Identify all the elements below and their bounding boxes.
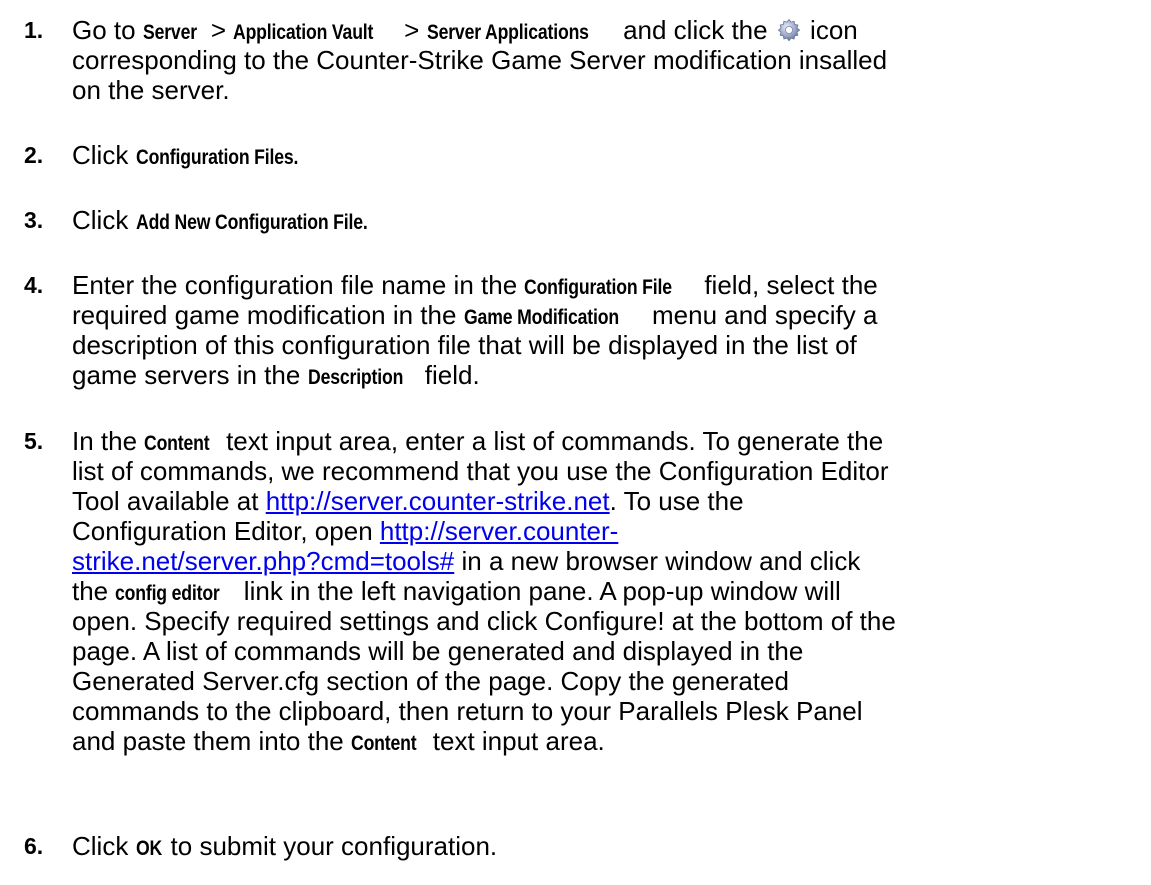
step-number: 3. <box>24 207 44 233</box>
step-number: 4. <box>24 272 44 298</box>
step-text-fragment: Go to <box>72 15 143 45</box>
step-text-fragment: game servers in the <box>72 360 308 390</box>
step-text-fragment: field. <box>417 360 480 390</box>
step-line: description of this configuration file t… <box>72 330 857 360</box>
step-text-fragment: field, select the <box>697 270 878 300</box>
step-number: 2. <box>24 142 44 168</box>
step-text-fragment: Click <box>72 140 136 170</box>
step-text-fragment: in a new browser window and click <box>454 546 861 576</box>
step-text: Click Add New Configuration File. <box>72 205 1137 238</box>
link-label-config-editor: config editor <box>115 582 221 605</box>
link-config-tools-part2[interactable]: strike.net/server.php?cmd=tools# <box>72 546 454 576</box>
step-text-fragment: the <box>72 576 116 606</box>
step-text-fragment: link in the left navigation pane. A pop-… <box>236 576 841 606</box>
step-line: the config editor link in the left navig… <box>72 576 1137 606</box>
menu-server-applications: Server Applications <box>426 21 589 44</box>
step-line: commands to the clipboard, then return t… <box>72 696 863 726</box>
step-line: game servers in the Description field. <box>72 360 1137 390</box>
step-text-fragment: > <box>203 15 234 45</box>
step-text-fragment: to submit your configuration. <box>163 831 498 861</box>
field-content: Content <box>350 732 417 755</box>
step-text-fragment: and paste them into the <box>72 726 351 756</box>
step-line: list of commands, we recommend that you … <box>72 456 889 486</box>
step-text: Click Configuration Files. <box>72 140 1137 173</box>
step-text-fragment: and click the <box>615 15 775 45</box>
step-line: page. A list of commands will be generat… <box>72 636 804 666</box>
link-counter-strike-server[interactable]: http://server.counter-strike.net <box>266 486 610 516</box>
link-config-tools-part1[interactable]: http://server.counter- <box>380 516 618 546</box>
step-text: In the Content text input area, enter a … <box>72 426 1137 756</box>
step-line: on the server. <box>72 75 230 105</box>
step-line: required game modification in the Game M… <box>72 300 1137 330</box>
step-text-fragment: . To use the <box>609 486 744 516</box>
step-text-fragment: icon <box>802 15 858 45</box>
step-line: Configuration Editor, open http://server… <box>72 516 1137 546</box>
step-text-fragment: In the <box>72 426 145 456</box>
step-text-fragment: Configuration Editor, open <box>72 516 380 546</box>
step-line: Generated Server.cfg section of the page… <box>72 666 789 696</box>
step-text-fragment: menu and specify a <box>644 300 878 330</box>
field-configuration-file: Configuration File <box>524 276 673 299</box>
menu-game-modification: Game Modification <box>463 306 619 329</box>
step-line: open. Specify required settings and clic… <box>72 606 896 636</box>
step-line: and paste them into the Content text inp… <box>72 726 1137 756</box>
step-text-fragment: text input area, enter a list of command… <box>218 426 884 456</box>
step-text-fragment: Tool available at <box>72 486 266 516</box>
step-line: Tool available at http://server.counter-… <box>72 486 1137 516</box>
step-line: Enter the configuration file name in the… <box>72 270 1137 300</box>
step-text: Go to Server > Application Vault > Serve… <box>72 15 1137 105</box>
menu-server: Server <box>142 21 197 44</box>
step-line: corresponding to the Counter-Strike Game… <box>72 45 888 75</box>
step-number: 5. <box>24 428 44 454</box>
step-text-fragment: Click <box>72 205 136 235</box>
step-text-fragment: required game modification in the <box>72 300 464 330</box>
step-text-fragment: > <box>396 15 427 45</box>
step-text: Click OK to submit your configuration. <box>72 831 1137 864</box>
step-number: 1. <box>24 17 44 43</box>
button-configuration-files: Configuration Files. <box>135 146 298 169</box>
step-line: Go to Server > Application Vault > Serve… <box>72 15 1137 45</box>
step-text-fragment: Enter the configuration file name in the <box>72 270 525 300</box>
menu-application-vault: Application Vault <box>233 21 374 44</box>
field-content: Content <box>144 432 210 455</box>
gear-icon <box>777 18 801 42</box>
step-text: Enter the configuration file name in the… <box>72 270 1137 390</box>
step-number: 6. <box>24 833 44 859</box>
button-ok: OK <box>135 837 162 860</box>
step-line: In the Content text input area, enter a … <box>72 426 1137 456</box>
step-line: strike.net/server.php?cmd=tools# in a ne… <box>72 546 1137 576</box>
step-text-fragment: Click <box>72 831 136 861</box>
button-add-new-configuration-file: Add New Configuration File. <box>135 211 368 234</box>
field-description: Description <box>307 366 403 389</box>
step-text-fragment: text input area. <box>425 726 605 756</box>
